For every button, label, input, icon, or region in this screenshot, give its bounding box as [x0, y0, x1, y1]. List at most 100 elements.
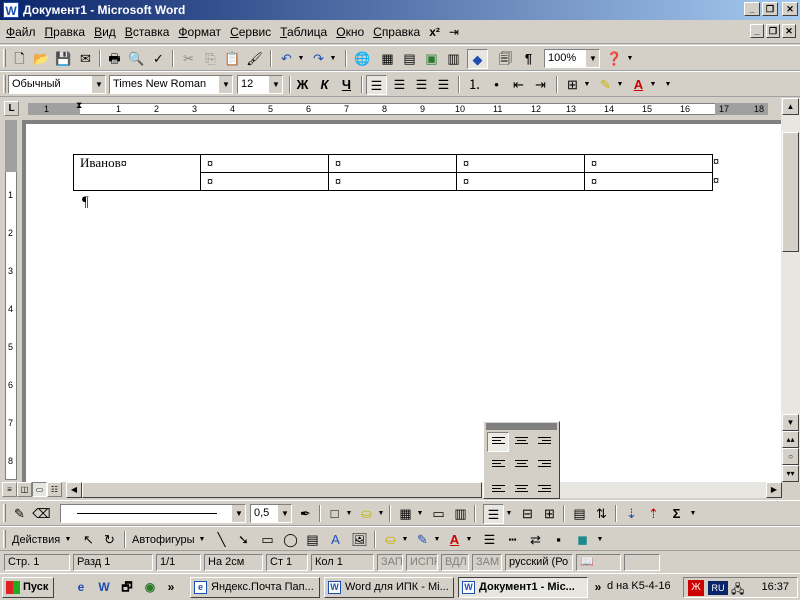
quicklaunch-chevron-icon[interactable]: » — [162, 578, 180, 596]
scroll-down-icon[interactable]: ▼ — [782, 414, 799, 431]
chevron-down-icon[interactable]: ▼ — [433, 530, 441, 550]
task-word-ipk[interactable]: W Word для ИПК - Mi... — [324, 577, 454, 598]
menu-format[interactable]: Формат — [178, 25, 221, 39]
line-style-icon[interactable]: ☰ — [479, 530, 500, 550]
text-direction-icon[interactable]: ⇅ — [591, 504, 612, 524]
columns-icon[interactable]: ▥ — [443, 49, 464, 69]
split-cells-icon[interactable]: ▥ — [450, 504, 471, 524]
border-color-icon[interactable]: ✒ — [295, 504, 316, 524]
redo-dropdown-icon[interactable]: ▼ — [329, 49, 337, 69]
document-map-icon[interactable]: 🗐 — [495, 49, 516, 69]
email-icon[interactable]: ✉ — [75, 49, 96, 69]
internet-explorer-icon[interactable]: e — [72, 578, 90, 596]
horizontal-scrollbar[interactable]: ◀ ▶ — [66, 482, 782, 498]
task-yandex-mail[interactable]: e Яндекс.Почта Пап... — [190, 577, 320, 598]
line-weight-combo[interactable]: 0,5 ▼ — [250, 504, 292, 523]
toolbar-grip[interactable] — [3, 504, 6, 522]
line-color-icon[interactable]: ✎ — [412, 530, 433, 550]
vertical-ruler[interactable]: 1 2 3 4 5 6 7 8 — [0, 120, 22, 482]
print-preview-icon[interactable]: 🔍 — [126, 49, 147, 69]
menu-insert[interactable]: Вставка — [125, 25, 170, 39]
status-line[interactable]: Ст 1 — [266, 554, 308, 571]
open-folder-icon[interactable]: 📂 — [31, 49, 52, 69]
table-cell[interactable]: Иванов¤ — [73, 154, 201, 191]
free-rotate-icon[interactable]: ↻ — [99, 530, 120, 550]
chevron-down-icon[interactable]: ▼ — [269, 76, 282, 93]
font-size-combo[interactable]: 12 ▼ — [237, 75, 283, 94]
table-autoformat-icon[interactable]: ▤ — [569, 504, 590, 524]
chevron-down-icon[interactable]: ▼ — [198, 530, 206, 550]
increase-indent-icon[interactable]: ⇥ — [530, 75, 551, 95]
scroll-thumb[interactable] — [82, 482, 482, 498]
fill-color-icon[interactable]: ⛀ — [380, 530, 401, 550]
actions-menu[interactable]: Действия — [12, 534, 60, 546]
bold-button[interactable]: Ж — [292, 75, 313, 95]
word-app-icon[interactable]: W — [3, 2, 19, 18]
line-icon[interactable]: ╲ — [211, 530, 232, 550]
document-page[interactable]: Иванов¤ ¤ ¤ ¤ ¤ ¤ ¤ ¤ ¤ ¤ ¤ ¶ — [26, 124, 782, 482]
bullets-icon[interactable]: • — [486, 75, 507, 95]
status-overtype[interactable]: ЗАМ — [472, 554, 502, 571]
restore-button[interactable]: ❐ — [762, 2, 778, 16]
outline-view-icon[interactable]: ☷ — [47, 482, 62, 497]
highlight-dropdown-icon[interactable]: ▼ — [616, 75, 624, 95]
status-column[interactable]: Кол 1 — [311, 554, 374, 571]
zoom-combo[interactable]: 100% ▼ — [544, 49, 600, 68]
title-bar[interactable]: W Документ1 - Microsoft Word _ ❐ ✕ — [0, 0, 800, 20]
chevron-down-icon[interactable]: ▼ — [505, 504, 513, 524]
chevron-down-icon[interactable]: ▼ — [345, 504, 353, 524]
superscript-icon[interactable]: x² — [429, 25, 440, 39]
scroll-left-icon[interactable]: ◀ — [66, 482, 82, 498]
justify-icon[interactable]: ☰ — [433, 75, 454, 95]
wordart-icon[interactable]: A — [325, 530, 346, 550]
menu-file[interactable]: Файл — [6, 25, 36, 39]
tab-selector[interactable]: L — [4, 101, 19, 116]
line-style-combo[interactable]: ▼ — [60, 504, 246, 523]
save-icon[interactable]: 💾 — [53, 49, 74, 69]
spelling-status-icon[interactable]: 📖 — [576, 554, 621, 571]
align-bottom-left-icon[interactable] — [487, 476, 509, 496]
toolbar-grip[interactable] — [3, 530, 6, 548]
paste-icon[interactable]: 📋 — [222, 49, 243, 69]
copy-icon[interactable]: ⎘ — [200, 49, 221, 69]
doc-restore-button[interactable]: ❐ — [766, 24, 780, 38]
underline-button[interactable]: Ч — [336, 75, 357, 95]
merge-cells-icon[interactable]: ▭ — [428, 504, 449, 524]
print-icon[interactable]: 🖶 — [104, 49, 125, 69]
status-record-macro[interactable]: ЗАП — [377, 554, 403, 571]
status-at[interactable]: На 2см — [204, 554, 263, 571]
chevron-down-icon[interactable]: ▼ — [92, 76, 105, 93]
style-combo[interactable]: Обычный ▼ — [8, 75, 106, 94]
numbering-icon[interactable]: ⒈ — [464, 75, 485, 95]
minimize-button[interactable]: _ — [744, 2, 760, 16]
dash-style-icon[interactable]: ┅ — [502, 530, 523, 550]
drawing-icon[interactable]: ◆ — [467, 49, 488, 69]
chevron-down-icon[interactable]: ▼ — [465, 530, 473, 550]
status-language[interactable]: русский (Ро — [505, 554, 573, 571]
table-cell[interactable]: ¤ — [456, 154, 585, 173]
sort-descending-icon[interactable]: ⇡ — [643, 504, 664, 524]
toolbar-options-icon[interactable]: ▼ — [664, 75, 672, 95]
table-cell[interactable]: ¤ — [200, 172, 329, 191]
help-icon[interactable]: ❓ — [604, 49, 625, 69]
start-button[interactable]: Пуск — [2, 577, 54, 598]
decrease-indent-icon[interactable]: ⇤ — [508, 75, 529, 95]
status-section[interactable]: Разд 1 — [73, 554, 153, 571]
shadow-icon[interactable]: ▪ — [548, 530, 569, 550]
font-color-icon[interactable]: A — [628, 75, 649, 95]
task-network-drive[interactable]: d на K5-4-16 — [604, 577, 682, 598]
draw-table-icon[interactable]: ✎ — [9, 504, 30, 524]
task-document1[interactable]: W Документ1 - Mic... — [458, 577, 588, 598]
align-left-icon[interactable]: ☰ — [366, 75, 387, 95]
distribute-columns-icon[interactable]: ⊞ — [539, 504, 560, 524]
align-bottom-right-icon[interactable] — [533, 476, 555, 496]
toolbar-grip[interactable] — [3, 49, 6, 67]
align-top-right-icon[interactable] — [533, 432, 555, 452]
undo-dropdown-icon[interactable]: ▼ — [297, 49, 305, 69]
align-right-icon[interactable]: ☰ — [411, 75, 432, 95]
sort-ascending-icon[interactable]: ⇣ — [621, 504, 642, 524]
hyperlink-icon[interactable]: 🌐 — [352, 49, 373, 69]
table-cell[interactable]: ¤ — [456, 172, 585, 191]
align-top-center-icon[interactable] — [510, 432, 532, 452]
oval-icon[interactable]: ◯ — [280, 530, 301, 550]
